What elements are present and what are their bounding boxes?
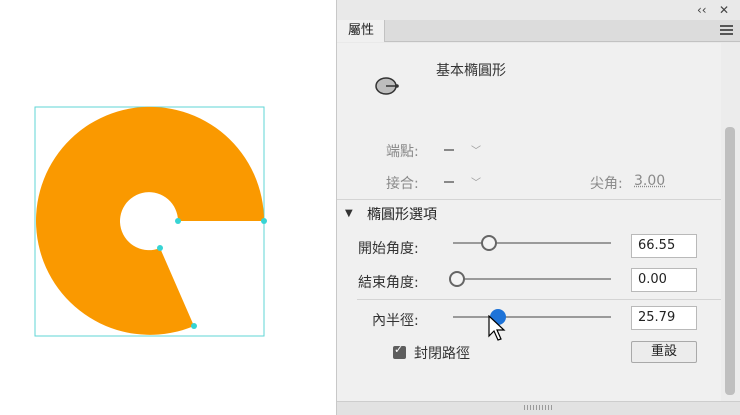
cap-chevron-down-icon[interactable]: ﹀: [471, 142, 481, 157]
inner-radius-handle[interactable]: [175, 218, 181, 224]
panel-title-bar: ‹‹ ✕: [337, 0, 740, 20]
start-angle-slider-thumb[interactable]: [480, 235, 497, 251]
reset-button[interactable]: 重設: [631, 341, 697, 363]
end-angle-slider-thumb[interactable]: [449, 271, 465, 287]
join-label: 接合:: [386, 176, 419, 192]
inner-radius-label: 內半徑:: [372, 313, 419, 329]
panel-resize-grip[interactable]: [337, 401, 740, 415]
miter-label: 尖角:: [590, 176, 623, 192]
ellipse-shape-drawing: [34, 106, 267, 337]
properties-content: 基本橢圓形 端點: ﹀ 接合: ﹀ 尖角: 3.00 ▼ 橢圓形選項 開始角度:…: [337, 43, 721, 401]
close-panel-icon[interactable]: ✕: [719, 2, 729, 18]
grip-lines-icon: [524, 405, 554, 410]
panel-tab-strip: 屬性: [337, 20, 740, 42]
cap-style-dropdown[interactable]: [444, 149, 454, 151]
miter-value[interactable]: 3.00: [634, 173, 665, 189]
stage-canvas[interactable]: [0, 0, 336, 415]
basic-oval-tool-icon: [375, 77, 399, 95]
end-angle-input[interactable]: 0.00: [631, 268, 697, 292]
ellipse-options-title[interactable]: 橢圓形選項: [367, 204, 437, 224]
tool-name-label: 基本橢圓形: [436, 63, 506, 79]
panel-scrollbar[interactable]: [721, 43, 740, 401]
properties-panel: ‹‹ ✕ 屬性 基本橢圓形 端點: ﹀ 接合: ﹀ 尖角: 3.00 ▼ 橢圓形…: [336, 0, 740, 415]
join-chevron-down-icon[interactable]: ﹀: [471, 174, 481, 189]
close-path-checkbox[interactable]: ✓: [393, 343, 406, 359]
start-angle-handle[interactable]: [261, 218, 267, 224]
inner-angle-handle[interactable]: [157, 245, 163, 251]
panel-menu-icon[interactable]: [720, 25, 733, 36]
inner-radius-input[interactable]: 25.79: [631, 306, 697, 330]
cap-label: 端點:: [386, 144, 419, 160]
end-angle-handle[interactable]: [191, 323, 197, 329]
start-angle-label: 開始角度:: [358, 241, 419, 257]
join-style-dropdown[interactable]: [444, 181, 454, 183]
tab-properties[interactable]: 屬性: [337, 20, 385, 42]
end-angle-label: 結束角度:: [358, 275, 419, 291]
pie-shape[interactable]: [36, 106, 265, 335]
start-angle-input[interactable]: 66.55: [631, 234, 697, 258]
section-divider: [337, 199, 721, 200]
end-angle-slider-track[interactable]: [453, 278, 611, 280]
inner-radius-slider-track[interactable]: [453, 316, 611, 318]
start-angle-slider-track[interactable]: [453, 242, 611, 244]
collapse-panel-icon[interactable]: ‹‹: [697, 2, 707, 18]
row-divider: [357, 299, 721, 300]
section-expand-triangle-icon[interactable]: ▼: [345, 208, 353, 219]
scrollbar-thumb[interactable]: [725, 127, 735, 395]
close-path-label[interactable]: 封閉路徑: [414, 343, 470, 363]
mouse-cursor-icon: [488, 315, 506, 341]
